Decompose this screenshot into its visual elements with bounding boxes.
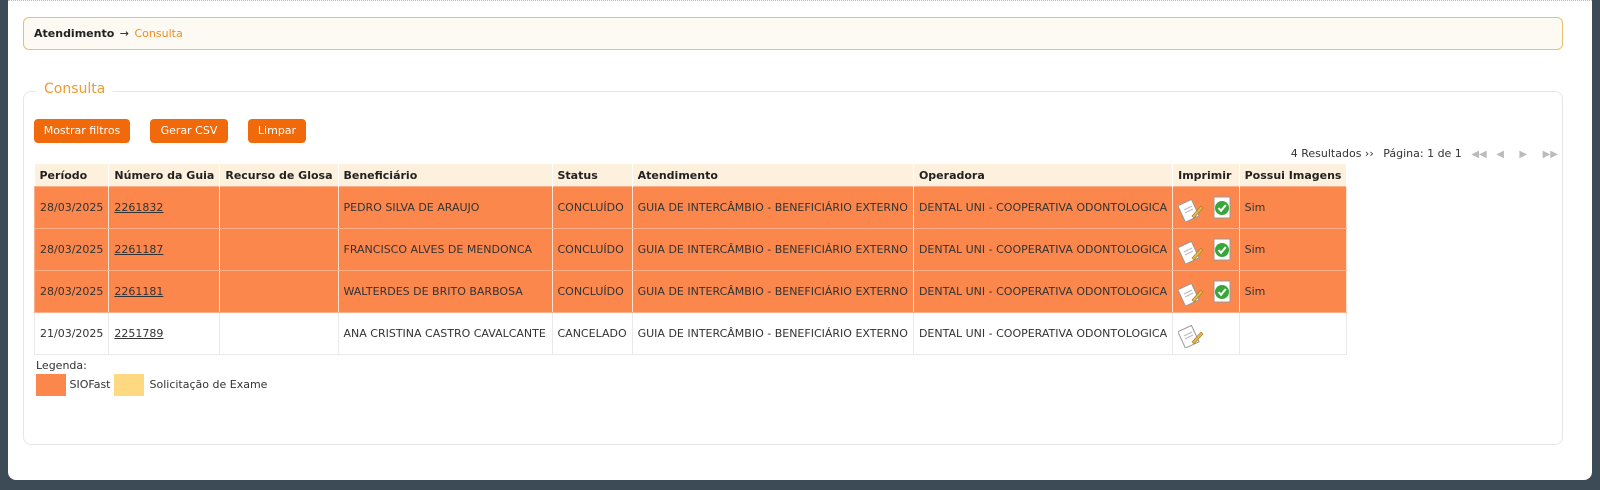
cell-recurso (219, 228, 339, 271)
guia-link[interactable]: 2261181 (114, 285, 163, 298)
col-possui-imagens: Possui Imagens (1239, 164, 1348, 187)
check-document-icon[interactable] (1212, 280, 1234, 304)
table-row[interactable]: 21/03/2025 2251789 ANA CRISTINA CASTRO C… (33, 312, 1348, 355)
breadcrumb-root[interactable]: Atendimento (34, 27, 114, 40)
cell-operadora: DENTAL UNI - COOPERATIVA ODONTOLOGICA (912, 228, 1174, 271)
cell-periodo: 21/03/2025 (33, 312, 110, 355)
cell-recurso (219, 270, 339, 313)
cell-atendimento: GUIA DE INTERCÂMBIO - BENEFICIÁRIO EXTER… (631, 186, 914, 229)
check-document-icon[interactable] (1212, 238, 1234, 262)
section-title: Consulta (36, 81, 114, 97)
results-table: Período Número da Guia Recurso de Glosa … (33, 164, 1348, 355)
legend: Legenda: SIOFast Solicitação de Exame (36, 359, 267, 396)
col-imprimir: Imprimir (1172, 164, 1240, 187)
table-row[interactable]: 28/03/2025 2261832 PEDRO SILVA DE ARAUJO… (33, 186, 1348, 229)
col-beneficiario[interactable]: Beneficiário (338, 164, 553, 187)
table-header-row: Período Número da Guia Recurso de Glosa … (34, 164, 1348, 187)
col-operadora[interactable]: Operadora (913, 164, 1174, 187)
col-atendimento[interactable]: Atendimento (632, 164, 914, 187)
cell-imagens (1238, 312, 1348, 355)
cell-imagens: Sim (1238, 186, 1348, 229)
exame-label: Solicitação de Exame (149, 378, 268, 391)
siofast-swatch (36, 374, 66, 396)
breadcrumb: Atendimento → Consulta (23, 17, 1563, 50)
clear-button[interactable]: Limpar (248, 119, 306, 143)
siofast-label: SIOFast (69, 378, 111, 391)
cell-recurso (219, 186, 339, 229)
cell-atendimento: GUIA DE INTERCÂMBIO - BENEFICIÁRIO EXTER… (631, 228, 914, 271)
cell-atendimento: GUIA DE INTERCÂMBIO - BENEFICIÁRIO EXTER… (631, 270, 914, 313)
print-document-icon[interactable] (1178, 240, 1204, 264)
next-page-icon[interactable]: ▶ (1519, 149, 1527, 160)
guia-link[interactable]: 2251789 (114, 327, 163, 340)
cell-operadora: DENTAL UNI - COOPERATIVA ODONTOLOGICA (912, 312, 1174, 355)
cell-guia: 2261832 (108, 186, 221, 229)
cell-operadora: DENTAL UNI - COOPERATIVA ODONTOLOGICA (912, 270, 1174, 313)
results-count: 4 Resultados ›› (1290, 147, 1374, 160)
cell-recurso (219, 312, 339, 355)
cell-beneficiario: WALTERDES DE BRITO BARBOSA (337, 270, 553, 313)
cell-beneficiario: FRANCISCO ALVES DE MENDONCA (337, 228, 553, 271)
cell-imprimir (1172, 186, 1240, 229)
print-document-icon[interactable] (1178, 282, 1204, 306)
cell-imagens: Sim (1238, 228, 1348, 271)
col-recurso-glosa[interactable]: Recurso de Glosa (219, 164, 339, 187)
page: Atendimento → Consulta Consulta Mostrar … (8, 0, 1592, 480)
cell-status: CANCELADO (551, 312, 633, 355)
page-indicator: Página: 1 de 1 (1383, 147, 1462, 160)
check-document-icon[interactable] (1212, 196, 1234, 220)
cell-periodo: 28/03/2025 (33, 228, 110, 271)
col-numero-guia[interactable]: Número da Guia (108, 164, 221, 187)
cell-status: CONCLUÍDO (551, 228, 633, 271)
first-page-icon[interactable]: ◀◀ (1471, 149, 1486, 160)
cell-beneficiario: ANA CRISTINA CASTRO CAVALCANTE (337, 312, 553, 355)
cell-imprimir (1172, 312, 1240, 355)
show-filters-button[interactable]: Mostrar filtros (34, 119, 130, 143)
cell-status: CONCLUÍDO (551, 270, 633, 313)
cell-guia: 2251789 (108, 312, 221, 355)
breadcrumb-current: Consulta (134, 27, 183, 40)
col-status[interactable]: Status (552, 164, 633, 187)
cell-atendimento: GUIA DE INTERCÂMBIO - BENEFICIÁRIO EXTER… (631, 312, 914, 355)
cell-guia: 2261187 (108, 228, 221, 271)
cell-imprimir (1172, 270, 1240, 313)
col-periodo[interactable]: Período (34, 164, 110, 187)
cell-periodo: 28/03/2025 (33, 186, 110, 229)
cell-status: CONCLUÍDO (551, 186, 633, 229)
cell-periodo: 28/03/2025 (33, 270, 110, 313)
cell-operadora: DENTAL UNI - COOPERATIVA ODONTOLOGICA (912, 186, 1174, 229)
table-row[interactable]: 28/03/2025 2261187 FRANCISCO ALVES DE ME… (33, 228, 1348, 271)
prev-page-icon[interactable]: ◀ (1496, 149, 1504, 160)
breadcrumb-separator: → (119, 27, 129, 40)
exame-swatch (114, 374, 144, 396)
generate-csv-button[interactable]: Gerar CSV (150, 119, 228, 143)
cell-beneficiario: PEDRO SILVA DE ARAUJO (337, 186, 553, 229)
print-document-icon[interactable] (1178, 324, 1204, 348)
guia-link[interactable]: 2261832 (114, 201, 163, 214)
cell-imprimir (1172, 228, 1240, 271)
legend-title: Legenda: (36, 359, 87, 372)
cell-guia: 2261181 (108, 270, 221, 313)
pager: 4 Resultados ›› Página: 1 de 1 ◀◀ ◀ ▶ ▶▶ (1291, 147, 1558, 160)
table-row[interactable]: 28/03/2025 2261181 WALTERDES DE BRITO BA… (33, 270, 1348, 313)
guia-link[interactable]: 2261187 (114, 243, 163, 256)
last-page-icon[interactable]: ▶▶ (1543, 149, 1558, 160)
cell-imagens: Sim (1238, 270, 1348, 313)
print-document-icon[interactable] (1178, 198, 1204, 222)
consulta-section: Consulta Mostrar filtros Gerar CSV Limpa… (23, 81, 1563, 445)
